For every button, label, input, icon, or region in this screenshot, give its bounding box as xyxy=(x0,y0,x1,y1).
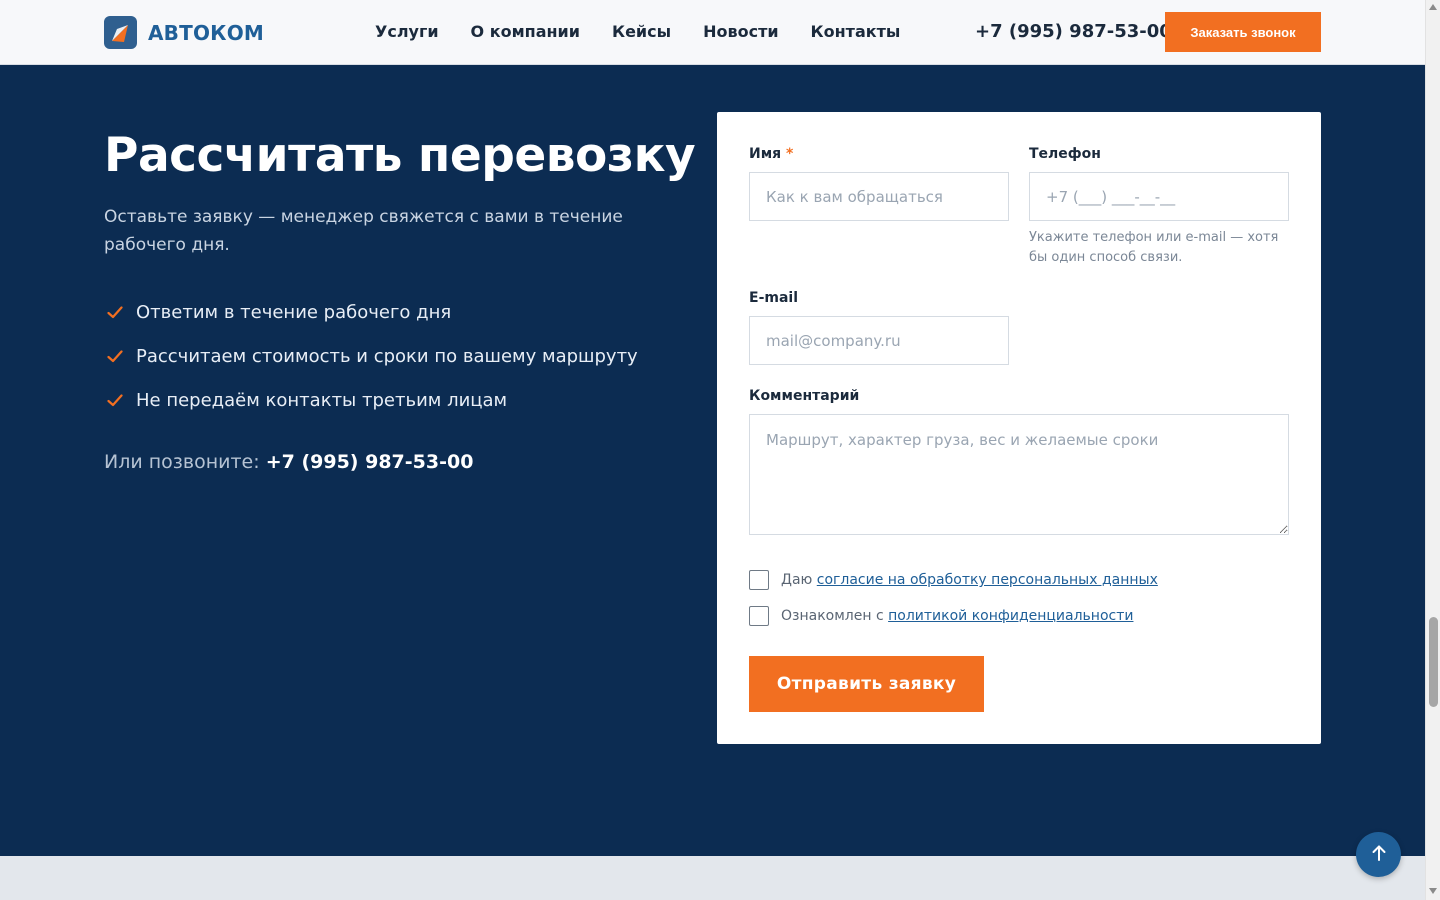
call-phone-link[interactable]: +7 (995) 987-53-00 xyxy=(266,451,474,473)
name-label-text: Имя xyxy=(749,146,782,162)
logo-mark-icon xyxy=(104,16,137,49)
consent-personal-data: Даю согласие на обработку персональных д… xyxy=(749,570,1158,590)
benefit-item: Ответим в течение рабочего дня xyxy=(104,290,638,334)
comment-textarea[interactable] xyxy=(749,414,1289,535)
call-prefix: Или позвоните: xyxy=(104,451,260,473)
hero-subtitle: Оставьте заявку — менеджер свяжется с ва… xyxy=(104,207,623,255)
check-icon xyxy=(104,389,126,411)
required-mark: * xyxy=(786,146,794,162)
name-input[interactable] xyxy=(749,172,1009,221)
arrow-up-icon xyxy=(1371,844,1387,865)
submit-request-button[interactable]: Отправить заявку xyxy=(749,656,984,712)
logo-text: АВТОКОМ xyxy=(148,20,265,45)
back-to-top-button[interactable] xyxy=(1356,832,1401,877)
next-section-band xyxy=(0,856,1425,900)
check-icon xyxy=(104,301,126,323)
scroll-down-arrow-icon[interactable] xyxy=(1429,888,1437,894)
page-scrollbar[interactable] xyxy=(1425,0,1440,900)
check-icon xyxy=(104,345,126,367)
nav-item-about[interactable]: О компании xyxy=(471,22,580,41)
name-label: Имя * xyxy=(749,146,793,162)
nav-item-contacts[interactable]: Контакты xyxy=(811,22,901,41)
nav-item-news[interactable]: Новости xyxy=(703,22,778,41)
phone-label: Телефон xyxy=(1029,146,1101,162)
nav-item-services[interactable]: Услуги xyxy=(375,22,439,41)
consent-privacy-text: Ознакомлен с политикой конфиденциальност… xyxy=(781,608,1133,624)
privacy-policy-link[interactable]: политикой конфиденциальности xyxy=(888,608,1133,624)
nav-item-cases[interactable]: Кейсы xyxy=(612,22,671,41)
consent-privacy: Ознакомлен с политикой конфиденциальност… xyxy=(749,606,1133,626)
benefit-text: Рассчитаем стоимость и сроки по вашему м… xyxy=(136,345,638,367)
consent-personal-data-text: Даю согласие на обработку персональных д… xyxy=(781,572,1158,588)
email-label: E-mail xyxy=(749,290,799,306)
main-nav: Услуги О компании Кейсы Новости Контакты xyxy=(375,22,932,41)
consent-personal-data-prefix: Даю xyxy=(781,572,813,588)
header-phone-link[interactable]: +7 (995) 987-53-00 xyxy=(975,21,1172,42)
page-title: Рассчитать перевозку xyxy=(104,128,696,183)
scrollbar-thumb[interactable] xyxy=(1429,617,1438,707)
request-call-button[interactable]: Заказать звонок xyxy=(1165,12,1321,52)
benefit-item: Не передаём контакты третьим лицам xyxy=(104,378,638,422)
personal-data-link[interactable]: согласие на обработку персональных данны… xyxy=(817,572,1158,588)
request-form: Имя * Телефон Укажите телефон или e-mail… xyxy=(717,112,1321,744)
benefits-list: Ответим в течение рабочего дня Рассчитае… xyxy=(104,290,638,422)
phone-hint: Укажите телефон или e-mail — хотя бы оди… xyxy=(1029,230,1279,265)
phone-input[interactable] xyxy=(1029,172,1289,221)
scroll-up-arrow-icon[interactable] xyxy=(1429,4,1437,10)
email-input[interactable] xyxy=(749,316,1009,365)
comment-label: Комментарий xyxy=(749,388,860,404)
benefit-item: Рассчитаем стоимость и сроки по вашему м… xyxy=(104,334,638,378)
consent-personal-data-checkbox[interactable] xyxy=(749,570,769,590)
consent-privacy-prefix: Ознакомлен с xyxy=(781,608,884,624)
call-line: Или позвоните: +7 (995) 987-53-00 xyxy=(104,451,473,473)
site-header: АВТОКОМ Услуги О компании Кейсы Новости … xyxy=(0,0,1425,65)
consent-privacy-checkbox[interactable] xyxy=(749,606,769,626)
benefit-text: Не передаём контакты третьим лицам xyxy=(136,389,508,411)
benefit-text: Ответим в течение рабочего дня xyxy=(136,301,452,323)
logo[interactable]: АВТОКОМ xyxy=(104,16,264,49)
